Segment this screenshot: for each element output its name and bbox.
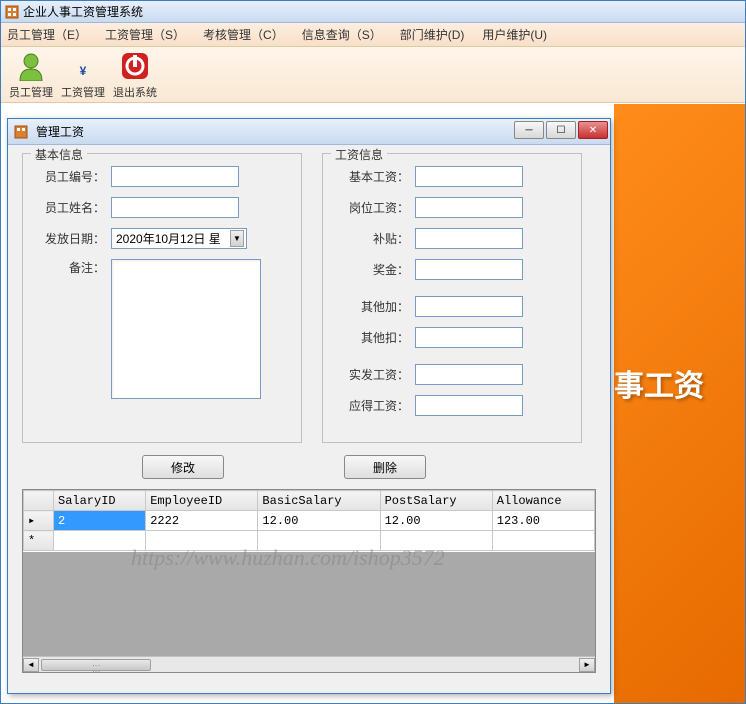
data-grid[interactable]: SalaryID EmployeeID BasicSalary PostSala… [22, 489, 596, 673]
modify-button[interactable]: 修改 [142, 455, 224, 479]
person-icon [15, 50, 47, 82]
group-basic-info: 基本信息 员工编号： 员工姓名： 发放日期： 2020年10月1 [22, 153, 302, 443]
tool-label: 退出系统 [113, 84, 157, 100]
horizontal-scrollbar[interactable]: ◄ ► [23, 656, 595, 672]
row-indicator-icon: ▸ [24, 511, 54, 531]
cell[interactable]: 2 [54, 511, 146, 531]
other-sub-input[interactable] [415, 327, 523, 348]
maximize-button[interactable]: ☐ [546, 121, 576, 139]
scroll-right-icon[interactable]: ► [579, 658, 595, 672]
menu-salary[interactable]: 工资管理（S） [105, 26, 185, 43]
main-titlebar: 企业人事工资管理系统 [1, 1, 745, 23]
main-window: 企业人事工资管理系统 员工管理（E） 工资管理（S） 考核管理（C） 信息查询（… [0, 0, 746, 704]
dialog-body: 基本信息 员工编号： 员工姓名： 发放日期： 2020年10月1 [8, 145, 610, 681]
bonus-label: 奖金： [337, 261, 409, 278]
orange-background: 事工资 [614, 104, 745, 703]
main-title: 企业人事工资管理系统 [23, 3, 143, 20]
cell[interactable]: 123.00 [492, 511, 594, 531]
menu-dept[interactable]: 部门维护(D) [400, 26, 465, 43]
due-salary-input[interactable] [415, 395, 523, 416]
bonus-input[interactable] [415, 259, 523, 280]
group-legend: 工资信息 [331, 146, 387, 163]
table-new-row[interactable]: * [24, 531, 595, 551]
svg-text:¥: ¥ [80, 64, 87, 78]
emp-name-input[interactable] [111, 197, 239, 218]
pay-date-picker[interactable]: 2020年10月12日 星 ▼ [111, 228, 247, 249]
tool-employee-mgmt[interactable]: 员工管理 [9, 50, 53, 100]
allowance-input[interactable] [415, 228, 523, 249]
group-salary-info: 工资信息 基本工资： 岗位工资： 补贴： 奖金： 其他加： 其他扣： 实发工资：… [322, 153, 582, 443]
close-button[interactable]: ✕ [578, 121, 608, 139]
bg-text: 事工资 [614, 361, 704, 405]
table-row[interactable]: ▸ 2 2222 12.00 12.00 123.00 [24, 511, 595, 531]
grid-corner [24, 491, 54, 511]
tool-label: 工资管理 [61, 84, 105, 100]
actual-salary-label: 实发工资： [337, 366, 409, 383]
tool-label: 员工管理 [9, 84, 53, 100]
emp-name-label: 员工姓名： [37, 199, 105, 216]
minimize-button[interactable]: ─ [514, 121, 544, 139]
pay-date-value: 2020年10月12日 星 [116, 230, 221, 247]
yen-icon: ¥ [67, 50, 99, 82]
menu-assess[interactable]: 考核管理（C） [203, 26, 284, 43]
manage-salary-dialog: 管理工资 ─ ☐ ✕ 基本信息 员工编号： [7, 118, 611, 694]
tool-exit-system[interactable]: 退出系统 [113, 50, 157, 100]
scroll-left-icon[interactable]: ◄ [23, 658, 39, 672]
dialog-icon [14, 125, 28, 139]
remark-label: 备注： [37, 259, 105, 276]
allowance-label: 补贴： [337, 230, 409, 247]
menu-user[interactable]: 用户维护(U) [482, 26, 547, 43]
actual-salary-input[interactable] [415, 364, 523, 385]
other-add-label: 其他加： [337, 298, 409, 315]
dialog-title: 管理工资 [36, 123, 84, 140]
post-salary-label: 岗位工资： [337, 199, 409, 216]
col-basicsalary[interactable]: BasicSalary [258, 491, 380, 511]
due-salary-label: 应得工资： [337, 397, 409, 414]
menu-query[interactable]: 信息查询（S） [302, 26, 382, 43]
cell[interactable]: 12.00 [380, 511, 492, 531]
pay-date-label: 发放日期： [37, 230, 105, 247]
content-area: 事工资 管理工资 ─ ☐ ✕ 基本信息 [1, 104, 745, 703]
app-icon [5, 5, 19, 19]
chevron-down-icon: ▼ [230, 230, 244, 247]
cell[interactable]: 2222 [146, 511, 258, 531]
group-legend: 基本信息 [31, 146, 87, 163]
toolbar: 员工管理 ¥ 工资管理 退出系统 [1, 47, 745, 103]
menu-employee[interactable]: 员工管理（E） [7, 26, 87, 43]
col-postsalary[interactable]: PostSalary [380, 491, 492, 511]
emp-id-label: 员工编号： [37, 168, 105, 185]
power-icon [119, 50, 151, 82]
col-employeeid[interactable]: EmployeeID [146, 491, 258, 511]
other-sub-label: 其他扣： [337, 329, 409, 346]
cell[interactable]: 12.00 [258, 511, 380, 531]
emp-id-input[interactable] [111, 166, 239, 187]
basic-salary-label: 基本工资： [337, 168, 409, 185]
col-allowance[interactable]: Allowance [492, 491, 594, 511]
scroll-thumb[interactable] [41, 659, 151, 671]
post-salary-input[interactable] [415, 197, 523, 218]
dialog-titlebar[interactable]: 管理工资 ─ ☐ ✕ [8, 119, 610, 145]
basic-salary-input[interactable] [415, 166, 523, 187]
menubar: 员工管理（E） 工资管理（S） 考核管理（C） 信息查询（S） 部门维护(D) … [1, 23, 745, 47]
tool-salary-mgmt[interactable]: ¥ 工资管理 [61, 50, 105, 100]
new-row-icon: * [24, 531, 54, 551]
grid-empty-area [23, 552, 595, 656]
delete-button[interactable]: 删除 [344, 455, 426, 479]
col-salaryid[interactable]: SalaryID [54, 491, 146, 511]
remark-textarea[interactable] [111, 259, 261, 399]
other-add-input[interactable] [415, 296, 523, 317]
